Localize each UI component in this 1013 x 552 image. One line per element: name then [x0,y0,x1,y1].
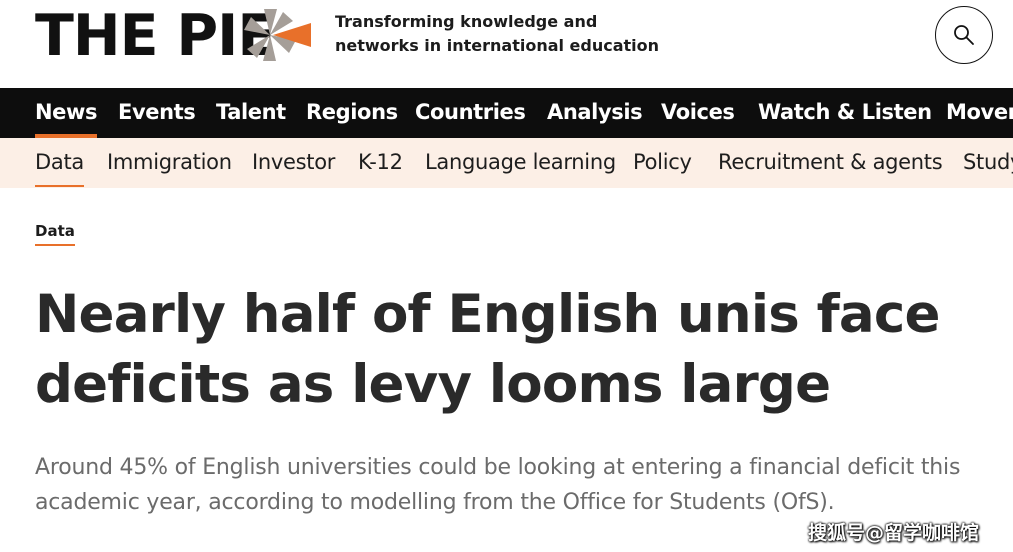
tagline-line-2: networks in international education [335,36,660,55]
nav-item-movers[interactable]: Movers [946,88,1013,138]
nav-item-events[interactable]: Events [118,88,196,138]
tagline-line-1: Transforming knowledge and [335,12,598,31]
secondary-nav: Data Immigration Investor K-12 Language … [0,138,1013,188]
subnav-item-data[interactable]: Data [35,138,84,188]
subnav-item-immigration[interactable]: Immigration [107,138,232,188]
subnav-item-k12[interactable]: K-12 [358,138,403,188]
article-standfirst: Around 45% of English universities could… [35,455,961,515]
subnav-item-recruitment-agents[interactable]: Recruitment & agents [718,138,943,188]
site-logo[interactable]: THE PIE [35,4,276,68]
nav-item-talent[interactable]: Talent [216,88,286,138]
article-headline: Nearly half of English unis face deficit… [35,284,940,415]
pie-logo-icon[interactable] [242,7,312,63]
subnav-item-investor[interactable]: Investor [252,138,335,188]
nav-item-regions[interactable]: Regions [306,88,398,138]
article-category-link[interactable]: Data [35,221,75,246]
primary-nav: News Events Talent Regions Countries Ana… [0,88,1013,138]
subnav-item-study[interactable]: Study [963,138,1013,188]
nav-item-news[interactable]: News [35,88,98,138]
search-icon [954,25,974,45]
nav-item-voices[interactable]: Voices [661,88,735,138]
search-button[interactable] [935,6,993,64]
nav-item-watch-listen[interactable]: Watch & Listen [758,88,932,138]
site-header: THE PIE Transforming knowledge and netwo… [0,0,1013,88]
subnav-item-policy[interactable]: Policy [633,138,692,188]
nav-item-countries[interactable]: Countries [415,88,526,138]
watermark: 搜狐号@留学咖啡馆 [808,522,980,544]
site-tagline: Transforming knowledge and networks in i… [335,10,665,58]
nav-item-analysis[interactable]: Analysis [547,88,643,138]
subnav-item-language-learning[interactable]: Language learning [425,138,616,188]
